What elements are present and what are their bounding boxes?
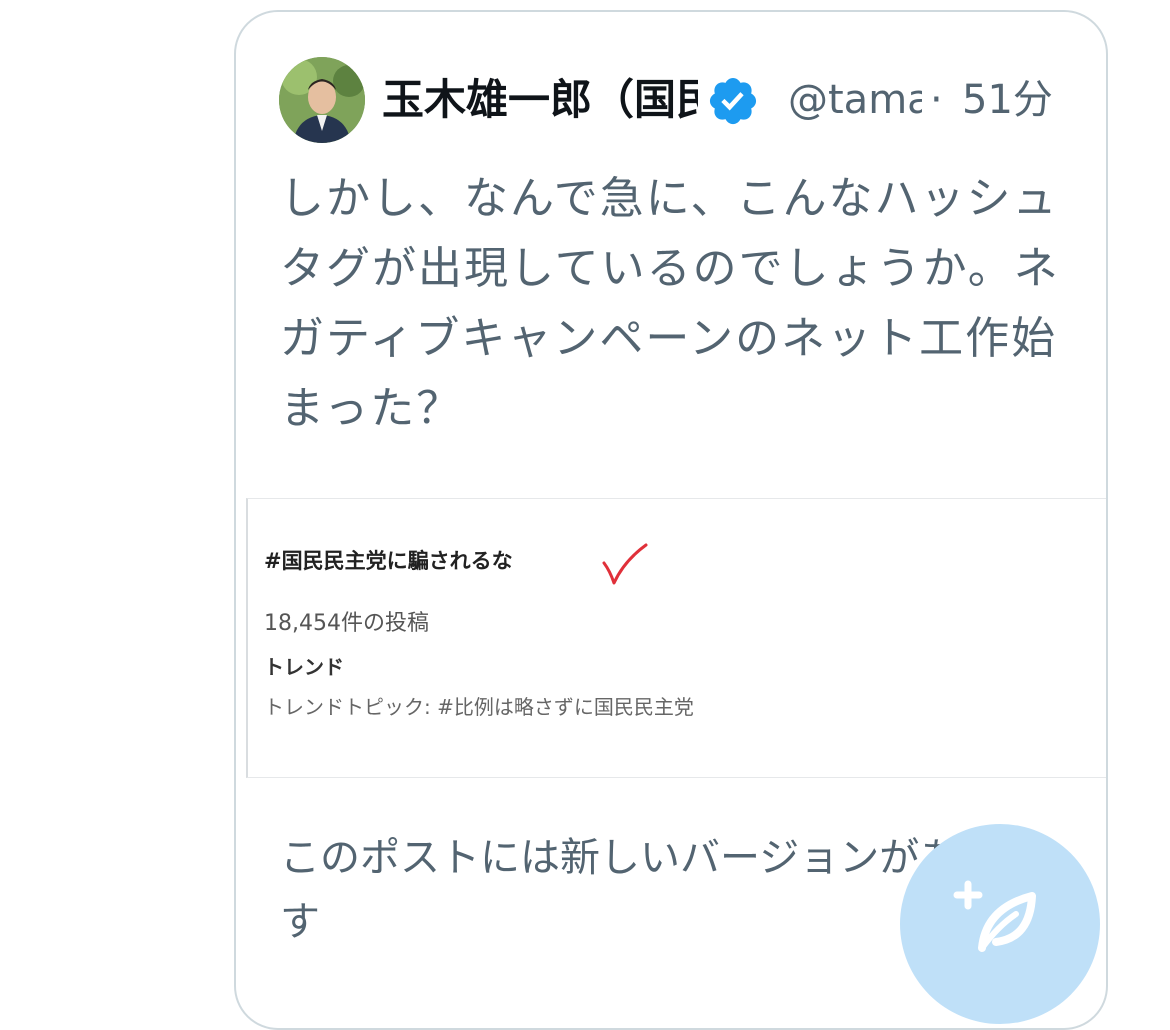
embed-hashtag: #国民民主党に騙されるな [264, 549, 513, 573]
embed-trend-topic: トレンドトピック: #比例は略さずに国民民主党 [264, 695, 694, 719]
separator: · [930, 77, 943, 123]
post-text: しかし、なんで急に、こんなハッシュタグが出現しているのでしょうか。ネガティブキャ… [280, 173, 1060, 434]
timestamp[interactable]: 51分 [962, 70, 1053, 130]
embed-trend-label: トレンド [264, 655, 344, 679]
compose-post-icon [953, 880, 1036, 952]
compose-post-button[interactable] [900, 824, 1100, 1024]
author-handle[interactable]: @tamakiyuichiro [788, 70, 922, 130]
avatar-image [279, 57, 365, 143]
red-checkmark-icon [602, 543, 648, 585]
verified-badge-icon [709, 77, 757, 125]
embed-post-count: 18,454件の投稿 [264, 611, 429, 636]
avatar[interactable] [279, 57, 365, 143]
embedded-screenshot[interactable]: #国民民主党に騙されるな 18,454件の投稿 トレンド トレンドトピック: #… [246, 498, 1106, 778]
author-name[interactable]: 玉木雄一郎（国民民主党 [382, 70, 698, 130]
